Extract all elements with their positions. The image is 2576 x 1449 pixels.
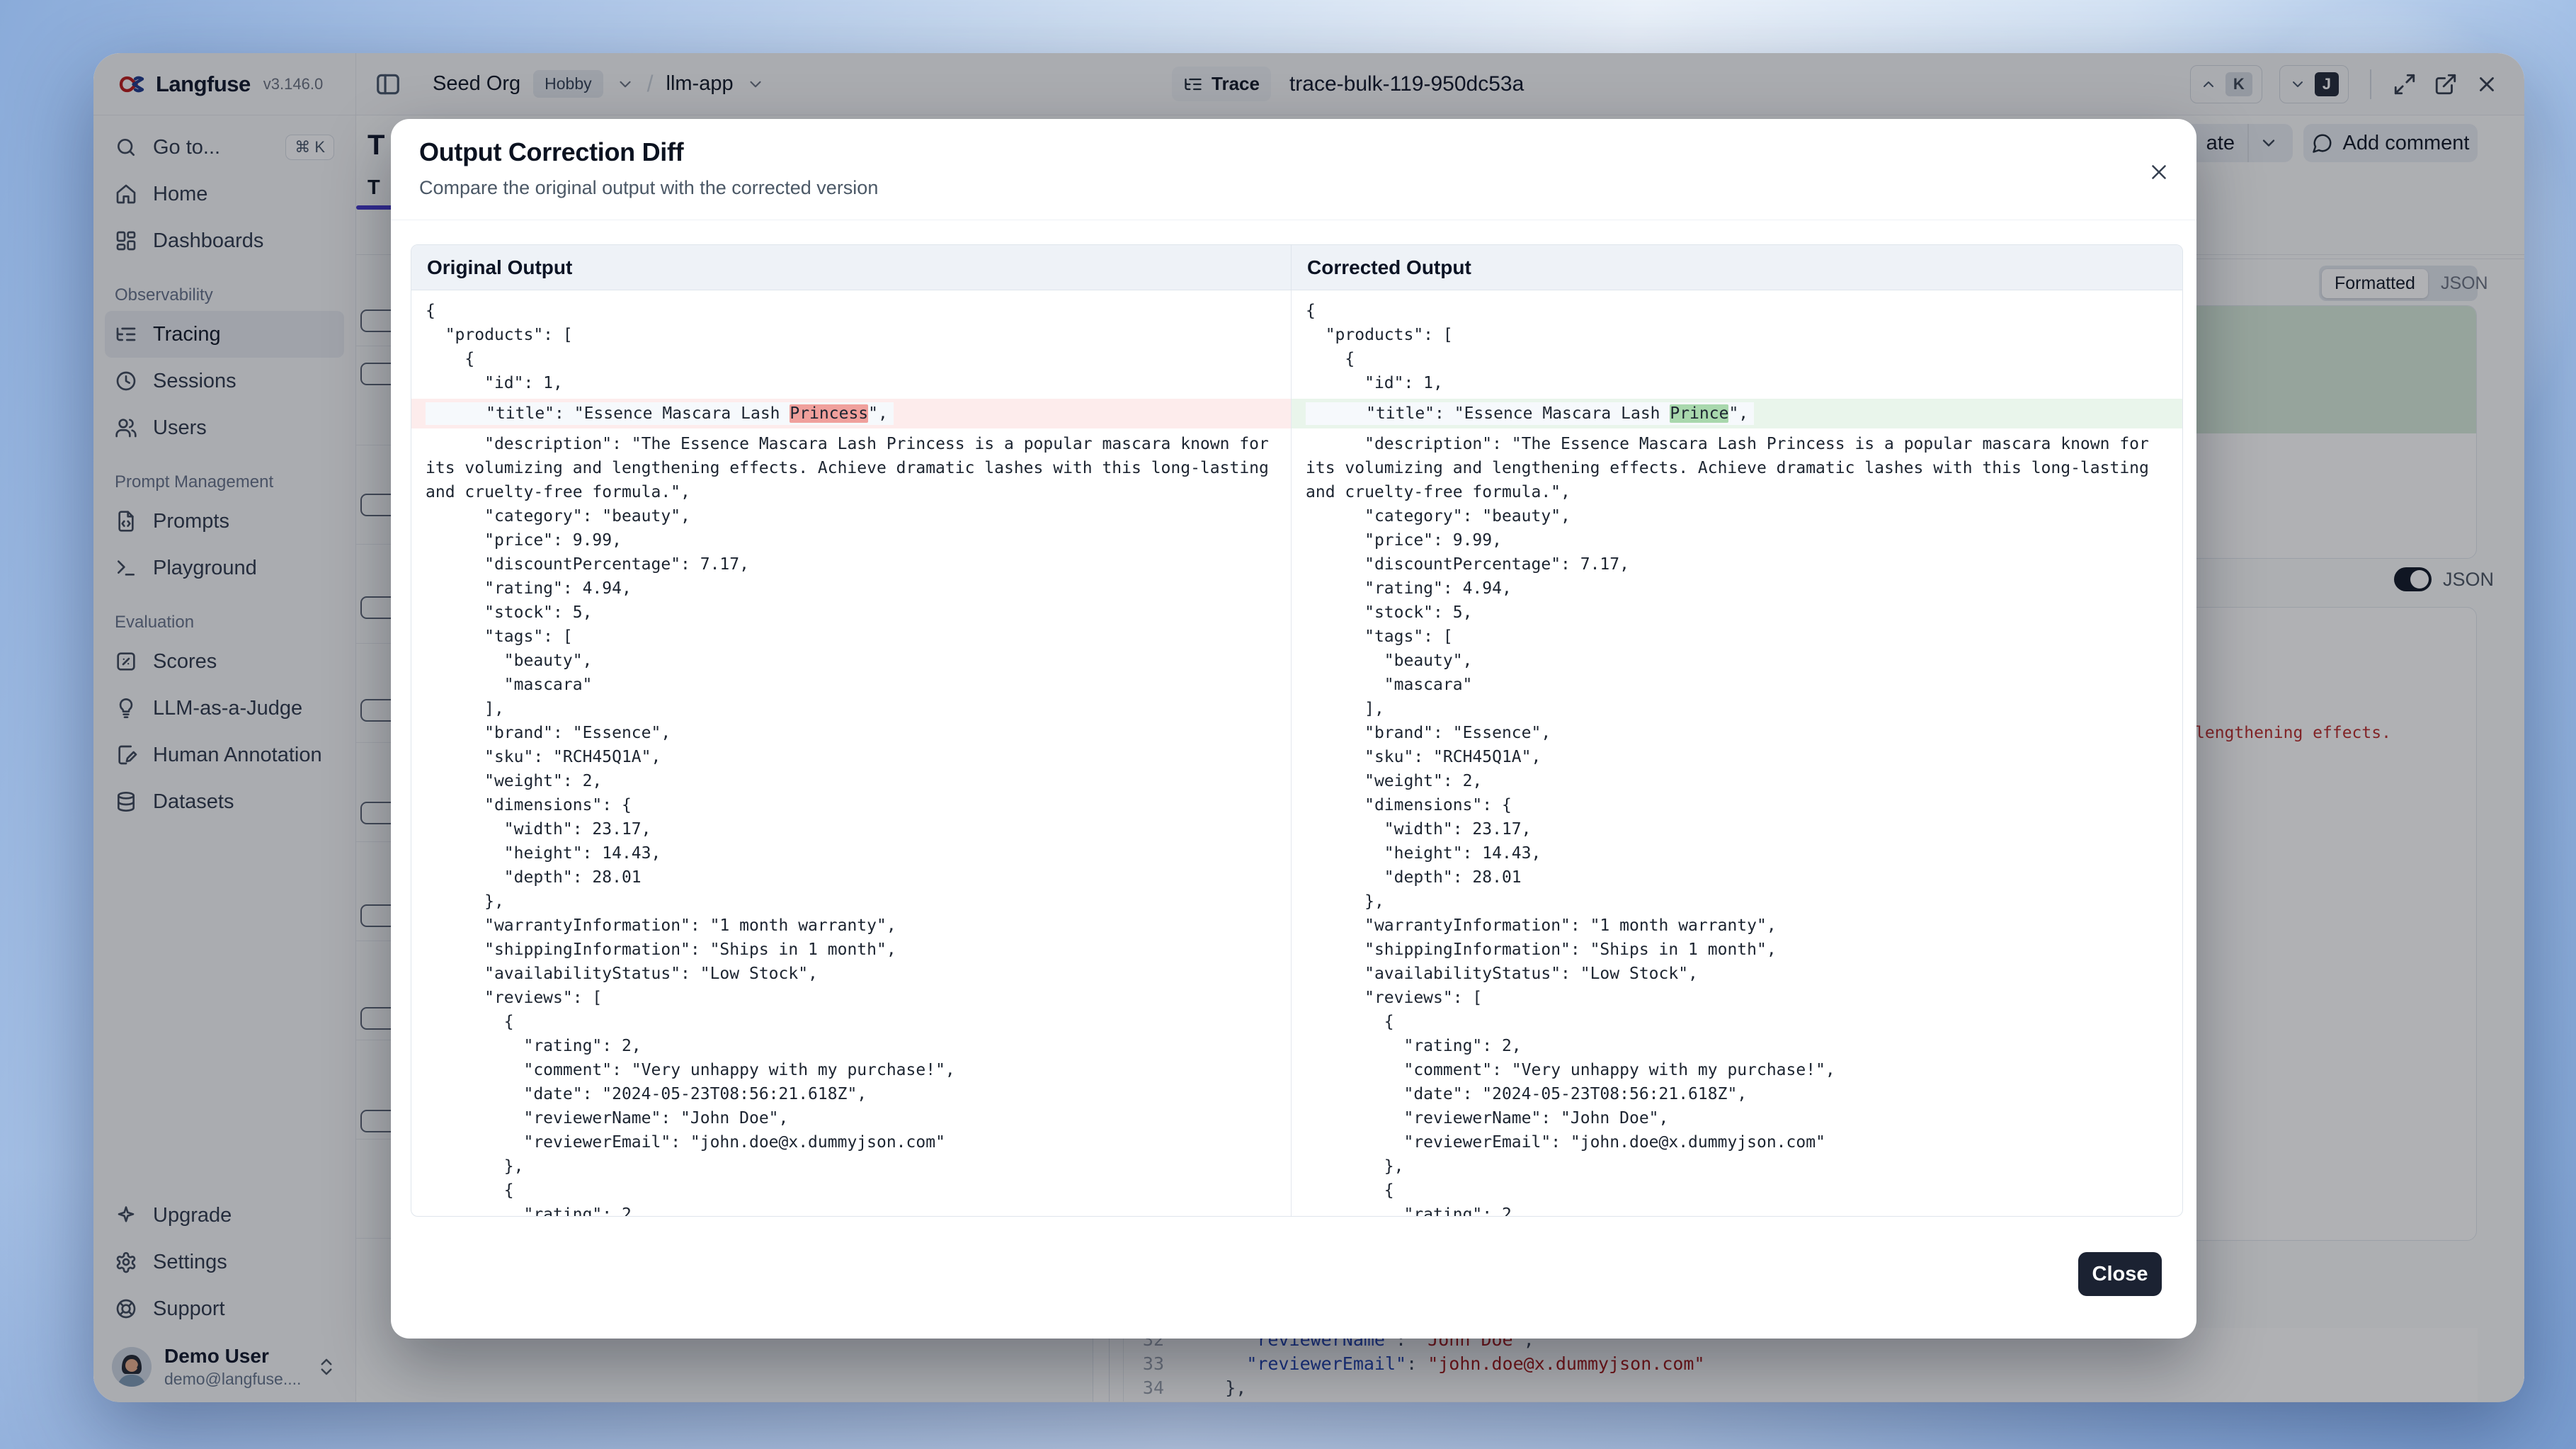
diff-line-content: "title": "Essence Mascara Lash Prince", — [1306, 402, 1754, 425]
diff-line: "reviews": [ — [411, 986, 1291, 1010]
diff-line: { — [1292, 1178, 2182, 1203]
output-correction-diff-modal: Output Correction Diff Compare the origi… — [391, 119, 2196, 1339]
diff-line: "discountPercentage": 7.17, — [1292, 552, 2182, 576]
diff-line: "weight": 2, — [411, 769, 1291, 793]
diff-line: { — [411, 1010, 1291, 1034]
diff-line: "dimensions": { — [411, 793, 1291, 817]
diff-line: "mascara" — [1292, 673, 2182, 697]
diff-line-content: "title": "Essence Mascara Lash Princess"… — [426, 402, 894, 425]
diff-line: "comment": "Very unhappy with my purchas… — [411, 1058, 1291, 1082]
diff-line: "reviewerEmail": "john.doe@x.dummyjson.c… — [1292, 1130, 2182, 1154]
diff-line: }, — [411, 1154, 1291, 1178]
diff-line: "rating": 4.94, — [1292, 576, 2182, 601]
modal-title: Output Correction Diff — [419, 137, 683, 167]
original-output-header: Original Output — [411, 245, 1291, 290]
diff-line: { — [411, 299, 1291, 323]
diff-line: "stock": 5, — [411, 601, 1291, 625]
modal-subtitle: Compare the original output with the cor… — [419, 177, 878, 199]
diff-line: }, — [1292, 1154, 2182, 1178]
diff-line: "tags": [ — [411, 625, 1291, 649]
diff-line: ], — [1292, 697, 2182, 721]
diff-line: "date": "2024-05-23T08:56:21.618Z", — [1292, 1082, 2182, 1106]
original-output-column[interactable]: { "products": [ { "id": 1, "title": "Ess… — [411, 290, 1291, 1216]
diff-line: "description": "The Essence Mascara Lash… — [411, 432, 1291, 504]
diff-line: "sku": "RCH45Q1A", — [1292, 745, 2182, 769]
diff-line: "rating": 2, — [1292, 1203, 2182, 1216]
diff-line: "date": "2024-05-23T08:56:21.618Z", — [411, 1082, 1291, 1106]
diff-line: "beauty", — [411, 649, 1291, 673]
diff-line: { — [1292, 1010, 2182, 1034]
diff-word-added: Prince — [1670, 404, 1728, 423]
diff-line: "availabilityStatus": "Low Stock", — [411, 962, 1291, 986]
diff-line: "id": 1, — [411, 371, 1291, 395]
corrected-output-column[interactable]: { "products": [ { "id": 1, "title": "Ess… — [1291, 290, 2182, 1216]
diff-line: "height": 14.43, — [1292, 841, 2182, 865]
diff-line: "rating": 4.94, — [411, 576, 1291, 601]
diff-line: "discountPercentage": 7.17, — [411, 552, 1291, 576]
diff-word-removed: Princess — [790, 404, 868, 423]
diff-table-header: Original Output Corrected Output — [411, 245, 2182, 290]
diff-line: "shippingInformation": "Ships in 1 month… — [1292, 938, 2182, 962]
diff-line: }, — [1292, 890, 2182, 914]
app-window: Langfuse v3.146.0 Seed Org Hobby / llm-a… — [93, 53, 2524, 1402]
diff-line: "reviewerEmail": "john.doe@x.dummyjson.c… — [411, 1130, 1291, 1154]
diff-line: { — [411, 1178, 1291, 1203]
diff-line: "reviewerName": "John Doe", — [411, 1106, 1291, 1130]
diff-line: "width": 23.17, — [1292, 817, 2182, 841]
diff-line: "weight": 2, — [1292, 769, 2182, 793]
diff-line: "shippingInformation": "Ships in 1 month… — [411, 938, 1291, 962]
diff-table: Original Output Corrected Output { "prod… — [411, 244, 2183, 1217]
diff-line: "category": "beauty", — [1292, 504, 2182, 528]
diff-line: "description": "The Essence Mascara Lash… — [1292, 432, 2182, 504]
diff-line: "tags": [ — [1292, 625, 2182, 649]
diff-line: "rating": 2, — [411, 1034, 1291, 1058]
diff-line: "rating": 2, — [1292, 1034, 2182, 1058]
diff-body: { "products": [ { "id": 1, "title": "Ess… — [411, 290, 2182, 1216]
diff-line: "price": 9.99, — [1292, 528, 2182, 552]
diff-line-added: "title": "Essence Mascara Lash Prince", — [1292, 399, 2182, 428]
diff-line: "comment": "Very unhappy with my purchas… — [1292, 1058, 2182, 1082]
diff-line: "reviewerName": "John Doe", — [1292, 1106, 2182, 1130]
diff-line: "depth": 28.01 — [1292, 865, 2182, 890]
diff-line: { — [411, 347, 1291, 371]
diff-line: "reviews": [ — [1292, 986, 2182, 1010]
diff-line: "products": [ — [411, 323, 1291, 347]
close-button[interactable]: Close — [2078, 1252, 2162, 1296]
diff-line: "sku": "RCH45Q1A", — [411, 745, 1291, 769]
diff-line: "stock": 5, — [1292, 601, 2182, 625]
diff-line: "mascara" — [411, 673, 1291, 697]
diff-line: "width": 23.17, — [411, 817, 1291, 841]
diff-line: }, — [411, 890, 1291, 914]
diff-line: "warrantyInformation": "1 month warranty… — [411, 914, 1291, 938]
diff-line: "price": 9.99, — [411, 528, 1291, 552]
diff-line: "rating": 2, — [411, 1203, 1291, 1216]
diff-line: "height": 14.43, — [411, 841, 1291, 865]
diff-line-removed: "title": "Essence Mascara Lash Princess"… — [411, 399, 1291, 428]
diff-line: "depth": 28.01 — [411, 865, 1291, 890]
diff-line: "category": "beauty", — [411, 504, 1291, 528]
modal-close-icon[interactable] — [2147, 160, 2171, 184]
diff-line: "dimensions": { — [1292, 793, 2182, 817]
diff-line: "products": [ — [1292, 323, 2182, 347]
diff-line: "beauty", — [1292, 649, 2182, 673]
diff-line: "warrantyInformation": "1 month warranty… — [1292, 914, 2182, 938]
diff-line: ], — [411, 697, 1291, 721]
diff-line: "brand": "Essence", — [1292, 721, 2182, 745]
diff-line: { — [1292, 299, 2182, 323]
diff-line: "availabilityStatus": "Low Stock", — [1292, 962, 2182, 986]
diff-line: { — [1292, 347, 2182, 371]
diff-line: "id": 1, — [1292, 371, 2182, 395]
diff-line: "brand": "Essence", — [411, 721, 1291, 745]
corrected-output-header: Corrected Output — [1291, 245, 2182, 290]
